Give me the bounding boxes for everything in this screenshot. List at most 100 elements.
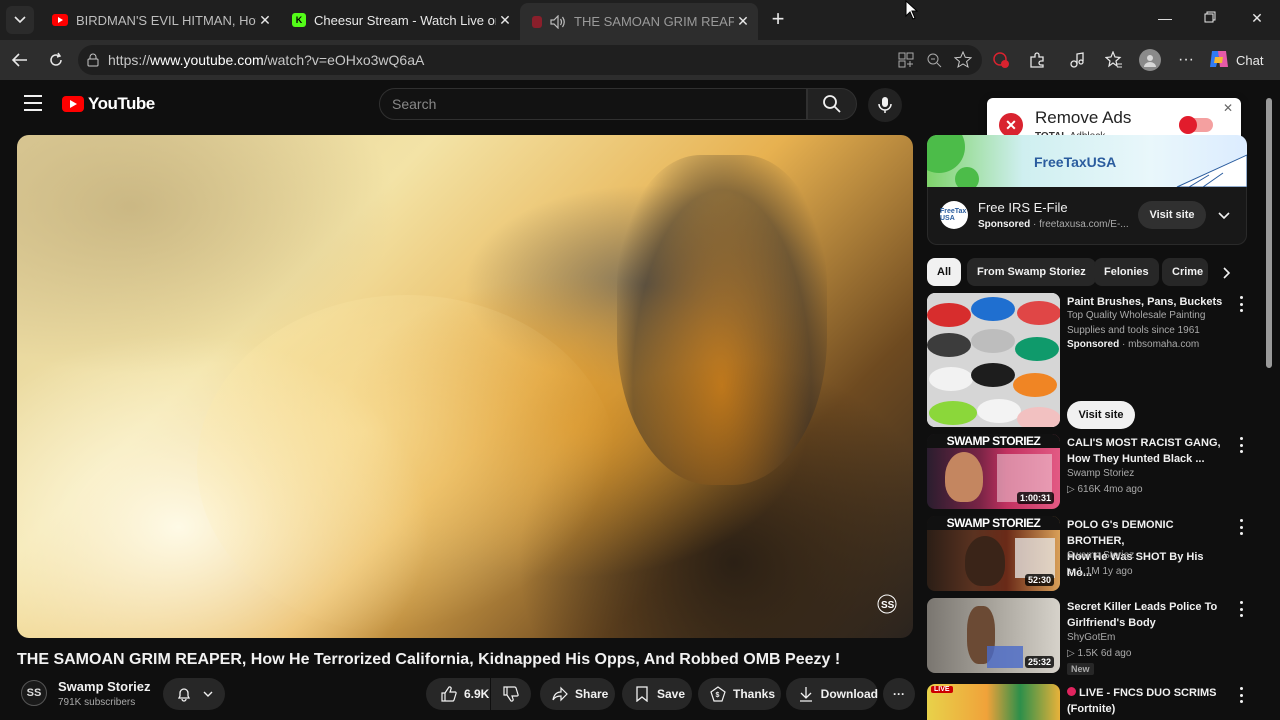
chevron-down-icon bbox=[199, 685, 217, 703]
restore-window-icon[interactable] bbox=[1200, 10, 1220, 26]
video-thumbnail[interactable]: LIVE bbox=[927, 684, 1060, 720]
tab-title: BIRDMAN'S EVIL HITMAN, How H bbox=[76, 12, 256, 28]
refresh-icon[interactable] bbox=[45, 49, 67, 71]
address-url: https://www.youtube.com/watch?v=eOHxo3wQ… bbox=[108, 52, 425, 68]
site-info-lock-icon[interactable] bbox=[86, 53, 100, 72]
chips-next-arrow-icon[interactable] bbox=[1223, 266, 1231, 284]
rec-channel[interactable]: ShyGotEm bbox=[1067, 632, 1115, 643]
search-button[interactable] bbox=[807, 88, 857, 120]
channel-name[interactable]: Swamp Storiez bbox=[58, 679, 150, 694]
guide-menu-icon[interactable] bbox=[24, 95, 42, 111]
dislike-button[interactable] bbox=[491, 678, 531, 710]
download-label: Download bbox=[820, 687, 878, 701]
channel-watermark-icon[interactable]: SS bbox=[877, 594, 899, 616]
browser-tab-3-active[interactable]: THE SAMOAN GRIM REAPER, ✕ bbox=[520, 3, 758, 40]
voice-search-button[interactable] bbox=[868, 88, 902, 122]
youtube-favicon-icon bbox=[532, 15, 542, 28]
rec-channel[interactable]: Swamp Storiez bbox=[1067, 550, 1134, 561]
ad-card[interactable]: FreeTax USA Free IRS E-File Sponsored · … bbox=[927, 187, 1247, 245]
recommendation-item[interactable]: SWAMP STORIEZ 1:00:31 CALI'S MOST RACIST… bbox=[927, 434, 1247, 509]
address-bar[interactable]: https://www.youtube.com/watch?v=eOHxo3wQ… bbox=[78, 45, 982, 75]
chip-from-swamp-storiez[interactable]: From Swamp Storiez bbox=[967, 258, 1096, 286]
more-actions-button[interactable]: ··· bbox=[883, 678, 915, 710]
rec-more-icon[interactable] bbox=[1235, 296, 1247, 312]
download-button[interactable]: Download bbox=[786, 678, 878, 710]
youtube-logo[interactable]: YouTube bbox=[62, 94, 155, 114]
recommendation-item[interactable]: SWAMP STORIEZ 52:30 POLO G's DEMONIC BRO… bbox=[927, 516, 1247, 591]
chip-crime[interactable]: Crime bbox=[1162, 258, 1208, 286]
tab-close-icon[interactable]: ✕ bbox=[256, 12, 274, 29]
rec-title[interactable]: LIVE - FNCS DUO SCRIMS (Fortnite) bbox=[1067, 685, 1227, 717]
paint-buckets-thumbnail[interactable] bbox=[927, 293, 1060, 427]
adblock-logo-icon: ✕ bbox=[999, 113, 1023, 137]
browser-tab-1[interactable]: BIRDMAN'S EVIL HITMAN, How H ✕ bbox=[40, 3, 280, 37]
zoom-icon[interactable] bbox=[926, 52, 942, 73]
rec-more-icon[interactable] bbox=[1235, 437, 1247, 453]
rec-title[interactable]: Paint Brushes, Pans, Buckets bbox=[1067, 294, 1227, 310]
ad-banner-image[interactable]: FreeTaxUSA bbox=[927, 135, 1247, 187]
more-horizontal-icon: ··· bbox=[893, 687, 905, 701]
favorite-star-icon[interactable] bbox=[953, 50, 973, 74]
rec-title[interactable]: Secret Killer Leads Police To Girlfriend'… bbox=[1067, 599, 1227, 631]
popup-close-icon[interactable]: ✕ bbox=[1223, 101, 1233, 115]
speaker-audio-icon[interactable] bbox=[550, 14, 566, 29]
browser-tab-2[interactable]: K Cheesur Stream - Watch Live on Ki ✕ bbox=[280, 3, 520, 37]
rec-more-icon[interactable] bbox=[1235, 601, 1247, 617]
chip-felonies[interactable]: Felonies bbox=[1094, 258, 1159, 286]
video-player[interactable]: SS bbox=[17, 135, 913, 638]
scrollbar-thumb[interactable] bbox=[1266, 98, 1272, 368]
thanks-button[interactable]: $ Thanks bbox=[698, 678, 781, 710]
close-window-icon[interactable]: ✕ bbox=[1247, 10, 1267, 27]
ad-title[interactable]: Free IRS E-File bbox=[978, 200, 1068, 215]
back-arrow-icon[interactable] bbox=[9, 49, 31, 71]
rec-visit-site-button[interactable]: Visit site bbox=[1067, 401, 1135, 429]
rec-more-icon[interactable] bbox=[1235, 687, 1247, 703]
more-menu-icon[interactable]: ··· bbox=[1176, 50, 1196, 70]
share-button[interactable]: Share bbox=[540, 678, 615, 710]
rec-stats: ▷ 616K 4mo ago bbox=[1067, 484, 1143, 495]
bell-icon bbox=[175, 685, 193, 703]
recommendation-item[interactable]: 25:32 Secret Killer Leads Police To Girlf… bbox=[927, 598, 1247, 676]
rec-title[interactable]: CALI'S MOST RACIST GANG, How They Hunted … bbox=[1067, 435, 1227, 467]
video-thumbnail[interactable]: 25:32 bbox=[927, 598, 1060, 673]
search-box[interactable] bbox=[379, 88, 807, 120]
channel-avatar[interactable]: SS bbox=[21, 680, 47, 706]
rec-ad-line-2: Supplies and tools since 1961 bbox=[1067, 325, 1200, 336]
ad-visit-site-button[interactable]: Visit site bbox=[1138, 201, 1206, 229]
profile-avatar-icon[interactable] bbox=[1139, 49, 1161, 71]
notifications-button[interactable] bbox=[163, 678, 225, 710]
tab-title: Cheesur Stream - Watch Live on Ki bbox=[314, 12, 496, 28]
rec-channel[interactable]: Swamp Storiez bbox=[1067, 468, 1134, 479]
save-button[interactable]: Save bbox=[622, 678, 692, 710]
bookmark-icon bbox=[633, 685, 651, 703]
chip-all[interactable]: All bbox=[927, 258, 962, 286]
extension-badge-icon[interactable] bbox=[991, 50, 1011, 70]
search-input[interactable] bbox=[380, 89, 806, 119]
like-button[interactable]: 6.9K bbox=[426, 678, 490, 710]
tab-actions-menu-button[interactable] bbox=[6, 6, 34, 34]
remove-ads-toggle[interactable] bbox=[1179, 116, 1213, 134]
media-control-icon[interactable] bbox=[1068, 50, 1088, 70]
page-scrollbar[interactable] bbox=[1264, 86, 1274, 716]
copilot-chat-button[interactable]: Chat bbox=[1208, 46, 1272, 74]
sponsored-recommendation[interactable]: Paint Brushes, Pans, Buckets Top Quality… bbox=[927, 293, 1247, 429]
tab-close-icon[interactable]: ✕ bbox=[496, 12, 514, 29]
ad-expand-chevron-icon[interactable] bbox=[1218, 207, 1230, 225]
new-tab-plus-icon[interactable]: + bbox=[766, 8, 790, 32]
like-count: 6.9K bbox=[464, 687, 490, 701]
minimize-window-icon[interactable]: — bbox=[1155, 10, 1175, 26]
recommendation-item-live[interactable]: LIVE LIVE - FNCS DUO SCRIMS (Fortnite) bbox=[927, 684, 1247, 720]
thumbs-down-icon bbox=[502, 685, 520, 703]
rec-more-icon[interactable] bbox=[1235, 519, 1247, 535]
tab-close-icon[interactable]: ✕ bbox=[734, 13, 752, 30]
share-label: Share bbox=[575, 687, 609, 701]
video-thumbnail[interactable]: SWAMP STORIEZ 1:00:31 bbox=[927, 434, 1060, 509]
video-title: THE SAMOAN GRIM REAPER, How He Terrorize… bbox=[17, 651, 841, 668]
favorites-collection-icon[interactable] bbox=[1104, 50, 1124, 70]
app-available-icon[interactable] bbox=[898, 52, 914, 73]
tab-title: THE SAMOAN GRIM REAPER, bbox=[574, 14, 734, 29]
ad-banner-brand: FreeTaxUSA bbox=[1034, 154, 1117, 170]
video-thumbnail[interactable]: SWAMP STORIEZ 52:30 bbox=[927, 516, 1060, 591]
rec-ad-line-1: Top Quality Wholesale Painting bbox=[1067, 310, 1206, 321]
extensions-puzzle-icon[interactable] bbox=[1027, 50, 1047, 70]
